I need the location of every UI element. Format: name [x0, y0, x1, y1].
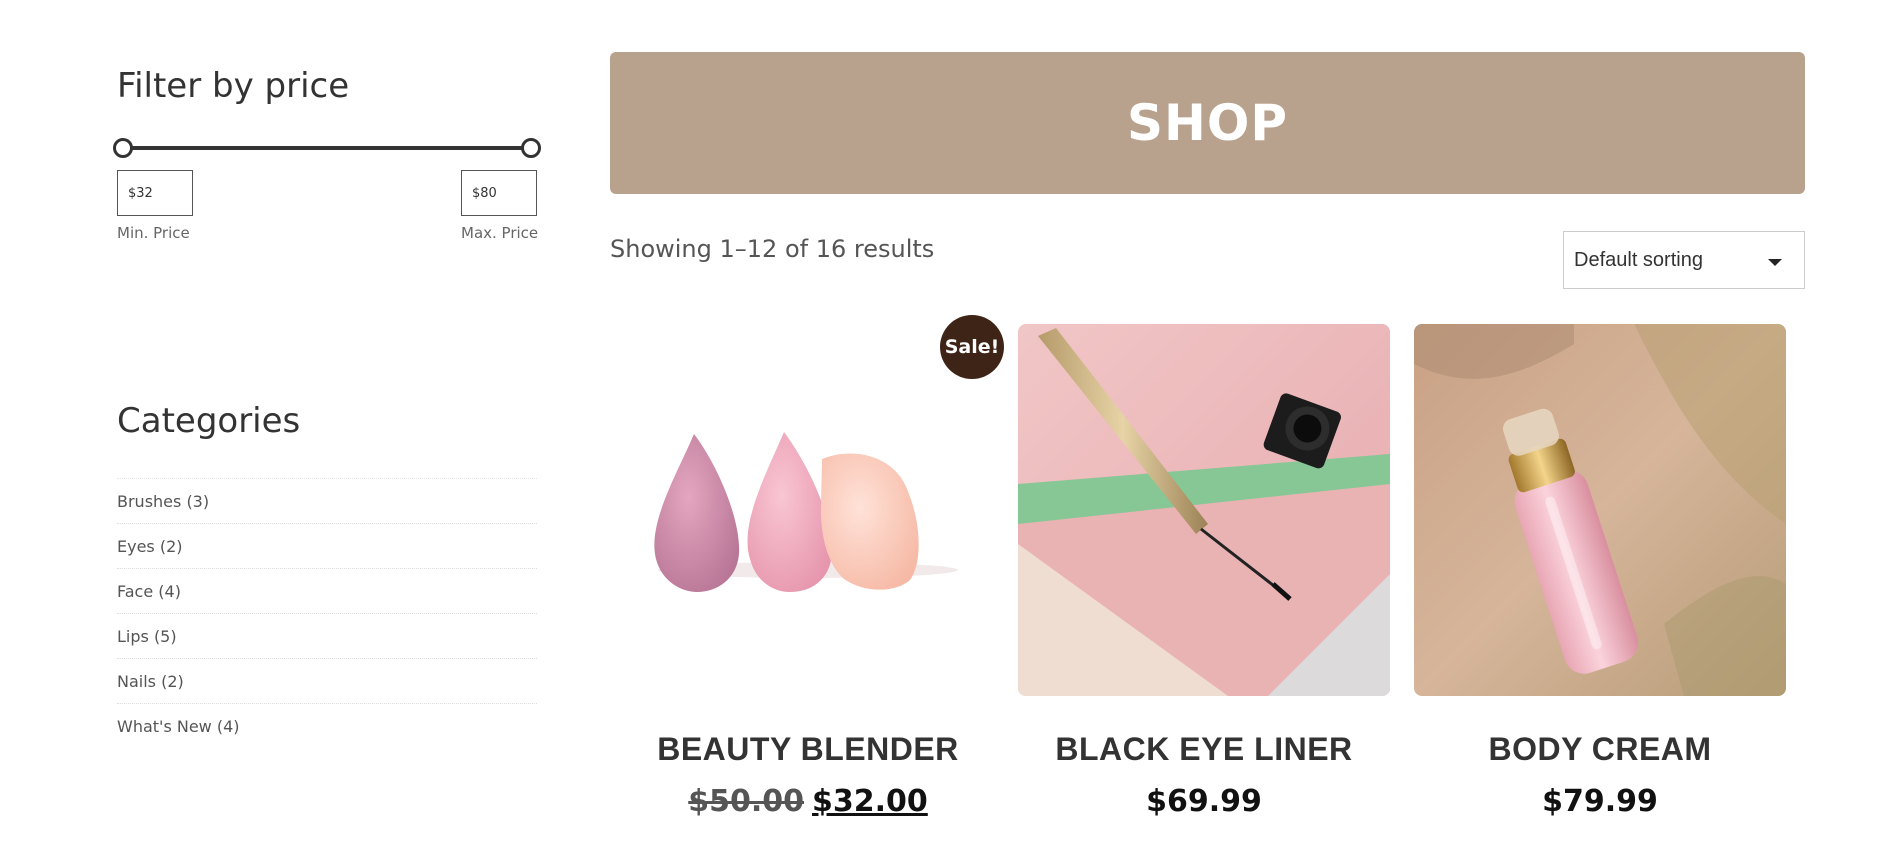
product-price: $69.99: [1146, 784, 1262, 819]
sale-price: $32.00: [812, 784, 928, 819]
max-price-handle[interactable]: [521, 138, 541, 158]
old-price: $50.00: [688, 784, 804, 819]
min-price-label: Min. Price: [117, 224, 190, 242]
sale-badge: Sale!: [940, 315, 1004, 379]
category-label: Nails (2): [117, 671, 184, 691]
max-price-label: Max. Price: [461, 224, 539, 242]
product-card-body-cream: BODY CREAM $79.99: [1414, 324, 1786, 819]
category-item-whats-new[interactable]: What's New (4): [117, 703, 537, 748]
shop-banner: SHOP: [610, 52, 1805, 194]
category-item-nails[interactable]: Nails (2): [117, 658, 537, 703]
result-count: Showing 1–12 of 16 results: [610, 235, 935, 263]
max-price-input[interactable]: [461, 170, 537, 216]
category-label: What's New (4): [117, 716, 240, 736]
category-item-face[interactable]: Face (4): [117, 568, 537, 613]
product-price: $50.00 $32.00: [582, 784, 1034, 819]
body-cream-illustration: [1414, 324, 1786, 696]
price-range-slider[interactable]: [113, 138, 541, 158]
eye-liner-image[interactable]: [1018, 324, 1390, 696]
product-price: $79.99: [1542, 784, 1658, 819]
min-price-input[interactable]: [117, 170, 193, 216]
product-name[interactable]: BEAUTY BLENDER: [582, 731, 1034, 768]
categories-title: Categories: [117, 401, 301, 441]
sort-dropdown[interactable]: Default sorting: [1563, 231, 1805, 289]
category-label: Face (4): [117, 581, 181, 601]
category-label: Eyes (2): [117, 536, 183, 556]
category-item-eyes[interactable]: Eyes (2): [117, 523, 537, 568]
category-label: Lips (5): [117, 626, 177, 646]
category-list: Brushes (3) Eyes (2) Face (4) Lips (5) N…: [117, 478, 537, 748]
sort-selected-value: Default sorting: [1574, 248, 1703, 271]
slider-track: [123, 146, 531, 150]
product-card-black-eye-liner: BLACK EYE LINER $69.99: [1018, 324, 1390, 819]
category-label: Brushes (3): [117, 491, 210, 511]
page-title: SHOP: [1126, 94, 1288, 152]
product-card-beauty-blender: BEAUTY BLENDER $50.00 $32.00: [622, 324, 994, 819]
filter-by-price-title: Filter by price: [117, 66, 350, 106]
body-cream-image[interactable]: [1414, 324, 1786, 696]
category-item-lips[interactable]: Lips (5): [117, 613, 537, 658]
caret-down-icon: [1768, 258, 1782, 266]
product-name[interactable]: BODY CREAM: [1374, 731, 1826, 768]
beauty-blender-image[interactable]: [622, 324, 994, 696]
product-name[interactable]: BLACK EYE LINER: [978, 731, 1430, 768]
category-item-brushes[interactable]: Brushes (3): [117, 478, 537, 523]
beauty-blender-illustration: [654, 432, 958, 592]
eye-liner-illustration: [1018, 324, 1390, 696]
min-price-handle[interactable]: [113, 138, 133, 158]
